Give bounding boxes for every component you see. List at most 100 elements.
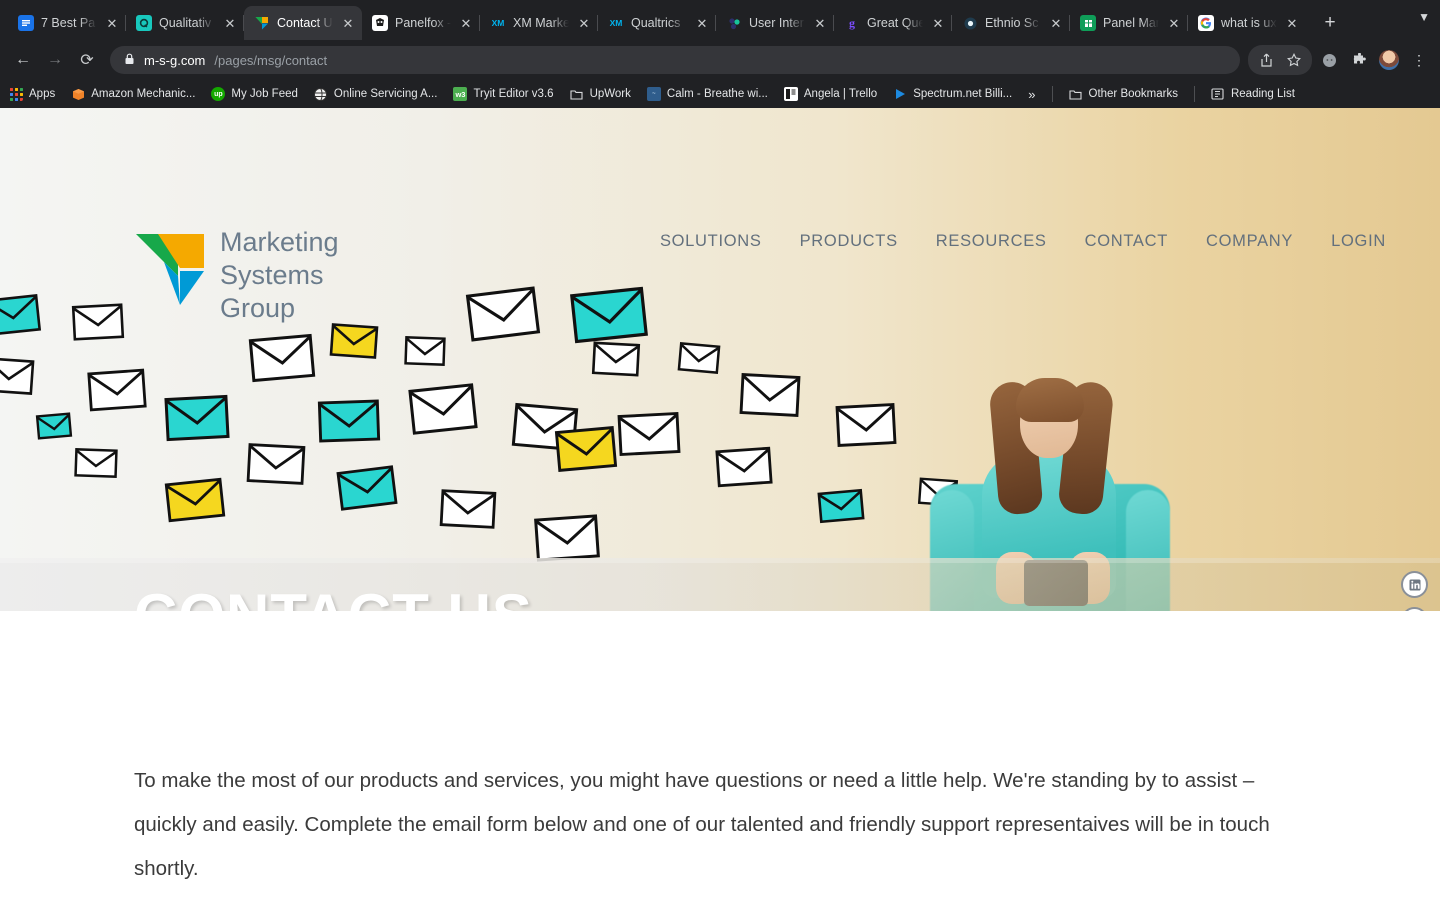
- trello-icon: [783, 87, 798, 101]
- tab-title: Panel Mar: [1103, 16, 1159, 30]
- tab-close-icon[interactable]: ✕: [104, 17, 120, 30]
- toolbar-actions: ⋮: [1248, 45, 1432, 75]
- browser-toolbar: ← → ⟳ m-s-g.com/pages/msg/contact ⋮: [0, 40, 1440, 80]
- nav-item-login[interactable]: LOGIN: [1331, 232, 1386, 251]
- doc-blue-icon: [18, 15, 34, 31]
- logo-wordmark: Marketing Systems Group: [220, 226, 339, 325]
- tab-close-icon[interactable]: ✕: [1284, 17, 1300, 30]
- bookmark-label: Calm - Breathe wi...: [666, 88, 768, 100]
- site-logo[interactable]: Marketing Systems Group: [134, 226, 339, 325]
- tab-close-icon[interactable]: ✕: [458, 17, 474, 30]
- bookmark-item[interactable]: Angela | Trello: [783, 87, 877, 101]
- bookmark-item[interactable]: w3 Tryit Editor v3.6: [453, 87, 554, 101]
- tab-title: 7 Best Pa: [41, 16, 96, 30]
- share-icon[interactable]: [1253, 47, 1279, 73]
- browser-tab[interactable]: what is ux ✕: [1188, 6, 1306, 40]
- browser-tab[interactable]: XM XM Marke ✕: [480, 6, 598, 40]
- hero-banner: CONTACT US We're here to help! Marketing…: [0, 108, 1440, 611]
- browser-tab[interactable]: Qualitativ ✕: [126, 6, 244, 40]
- tab-strip: 7 Best Pa ✕ Qualitativ ✕ Contact U ✕ Pan…: [0, 0, 1440, 40]
- blogger-icon[interactable]: [1401, 607, 1428, 611]
- amazon-box-icon: [71, 87, 85, 101]
- tab-close-icon[interactable]: ✕: [340, 17, 356, 30]
- forward-button[interactable]: →: [40, 45, 70, 75]
- nav-item-company[interactable]: COMPANY: [1206, 232, 1293, 251]
- tab-title: Qualitativ: [159, 16, 212, 30]
- address-bar[interactable]: m-s-g.com/pages/msg/contact: [110, 46, 1240, 74]
- profile-pill-icon[interactable]: [1316, 47, 1342, 73]
- bookmark-label: UpWork: [589, 88, 631, 100]
- envelope-illustration: [71, 303, 125, 342]
- tab-title: XM Marke: [513, 16, 569, 30]
- msg-logo-icon: [254, 15, 270, 31]
- nav-item-resources[interactable]: RESOURCES: [936, 232, 1047, 251]
- tab-close-icon[interactable]: ✕: [812, 17, 828, 30]
- bookmark-item[interactable]: ~ Calm - Breathe wi...: [646, 87, 768, 101]
- new-tab-button[interactable]: +: [1316, 9, 1344, 37]
- bookmarks-overflow-button[interactable]: »: [1028, 87, 1035, 102]
- star-icon[interactable]: [1281, 47, 1307, 73]
- divider: [1051, 86, 1053, 102]
- browser-tab[interactable]: Ethnio Sc ✕: [952, 6, 1070, 40]
- tab-title: Contact U: [277, 16, 333, 30]
- bookmarks-bar: Apps Amazon Mechanic... up My Job Feed O…: [0, 80, 1440, 108]
- envelope-illustration: [439, 489, 497, 530]
- xm-icon: XM: [609, 18, 623, 28]
- browser-chrome: 7 Best Pa ✕ Qualitativ ✕ Contact U ✕ Pan…: [0, 0, 1440, 108]
- avatar[interactable]: [1376, 47, 1402, 73]
- ethnio-icon: [962, 15, 978, 31]
- other-bookmarks-button[interactable]: Other Bookmarks: [1069, 87, 1178, 101]
- tab-close-icon[interactable]: ✕: [1166, 17, 1182, 30]
- browser-tab[interactable]: User Inter ✕: [716, 6, 834, 40]
- envelope-illustration: [87, 368, 148, 412]
- hero-background: [0, 108, 1440, 611]
- envelope-illustration: [715, 446, 774, 488]
- envelope-illustration: [336, 465, 398, 512]
- bookmark-item[interactable]: Spectrum.net Billi...: [893, 87, 1012, 101]
- browser-tab[interactable]: Panel Mar ✕: [1070, 6, 1188, 40]
- nav-item-contact[interactable]: CONTACT: [1085, 232, 1168, 251]
- envelope-illustration: [403, 335, 446, 366]
- hero-band-highlight: [0, 558, 1440, 563]
- tab-close-icon[interactable]: ✕: [694, 17, 710, 30]
- bookmark-item[interactable]: Amazon Mechanic...: [71, 87, 195, 101]
- envelope-illustration: [617, 411, 681, 457]
- reload-button[interactable]: ⟳: [72, 45, 102, 75]
- tab-close-icon[interactable]: ✕: [222, 17, 238, 30]
- nav-item-products[interactable]: PRODUCTS: [800, 232, 898, 251]
- envelope-illustration: [677, 341, 721, 375]
- hero-copy: CONTACT US We're here to help!: [134, 586, 533, 612]
- tab-search-icon[interactable]: ▼: [1418, 10, 1430, 24]
- browser-tab-active[interactable]: Contact U ✕: [244, 6, 362, 40]
- browser-tab[interactable]: 7 Best Pa ✕: [8, 6, 126, 40]
- divider: [1193, 86, 1195, 102]
- linkedin-icon[interactable]: [1401, 571, 1428, 598]
- tab-close-icon[interactable]: ✕: [576, 17, 592, 30]
- logo-line-3: Group: [220, 293, 296, 323]
- reading-list-button[interactable]: Reading List: [1211, 87, 1295, 101]
- page-title: CONTACT US: [134, 586, 533, 612]
- intro-section: To make the most of our products and ser…: [0, 721, 1440, 900]
- omnibox-actions: [1248, 45, 1312, 75]
- upwork-icon: up: [211, 87, 226, 101]
- bookmark-item[interactable]: Online Servicing A...: [314, 87, 437, 101]
- envelope-illustration: [329, 322, 379, 359]
- extensions-icon[interactable]: [1346, 47, 1372, 73]
- tab-title: what is ux: [1221, 16, 1277, 30]
- reading-list-label: Reading List: [1230, 88, 1295, 100]
- nav-item-solutions[interactable]: SOLUTIONS: [660, 232, 762, 251]
- tab-title: Qualtrics: [631, 16, 681, 30]
- tab-close-icon[interactable]: ✕: [930, 17, 946, 30]
- bookmark-apps[interactable]: Apps: [9, 87, 55, 101]
- back-button[interactable]: ←: [8, 45, 38, 75]
- calm-icon: ~: [646, 87, 661, 101]
- bookmark-item[interactable]: up My Job Feed: [211, 87, 298, 101]
- browser-tab[interactable]: Panelfox - ✕: [362, 6, 480, 40]
- envelope-illustration: [739, 372, 801, 417]
- browser-tab[interactable]: XM Qualtrics ✕: [598, 6, 716, 40]
- envelope-illustration: [570, 286, 649, 344]
- browser-tab[interactable]: g Great Que ✕: [834, 6, 952, 40]
- bookmark-item[interactable]: UpWork: [570, 87, 631, 101]
- menu-icon[interactable]: ⋮: [1406, 47, 1432, 73]
- tab-close-icon[interactable]: ✕: [1048, 17, 1064, 30]
